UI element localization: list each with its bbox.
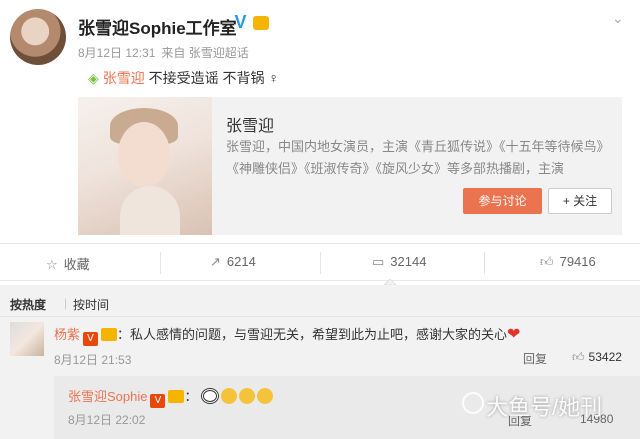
- card-title[interactable]: 张雪迎: [226, 112, 274, 136]
- verified-badge-icon: V: [150, 394, 166, 408]
- commenter-name[interactable]: 杨紫: [54, 327, 80, 342]
- comment-count: 32144: [390, 254, 427, 269]
- reply-button[interactable]: 回复: [523, 350, 547, 367]
- card-description: 张雪迎，中国内地女演员，主演《青丘狐传说》《十五年等待候鸟》《神雕侠侣》《班淑传…: [226, 139, 610, 176]
- replier-name[interactable]: 张雪迎Sophie: [68, 389, 147, 404]
- reply-time: 8月12日 22:02: [68, 413, 146, 427]
- diamond-icon: ◈: [88, 70, 99, 86]
- sort-by-time-tab[interactable]: 按时间: [73, 296, 109, 313]
- reply-text: ：: [184, 389, 198, 404]
- commenter-avatar[interactable]: [10, 322, 44, 356]
- thumb-up-icon: 👍︎: [572, 350, 585, 364]
- favorite-label: 收藏: [63, 257, 90, 272]
- author-avatar[interactable]: [10, 9, 66, 65]
- comment-action[interactable]: ▭ 32144: [372, 254, 426, 270]
- female-icon: ♀: [268, 70, 279, 86]
- watermark-logo-icon: [462, 392, 484, 414]
- reply-item: 张雪迎Sophie V ：: [68, 386, 273, 408]
- sort-by-hot-tab[interactable]: 按热度: [10, 296, 46, 313]
- panda-emoji-icon: [200, 388, 219, 404]
- repost-icon: ↗: [210, 254, 221, 269]
- favorite-action[interactable]: ☆ 收藏: [46, 254, 90, 273]
- verified-v-icon: V: [234, 12, 247, 32]
- sort-divider: [0, 316, 640, 317]
- crying-emoji-icon: [238, 388, 255, 404]
- comment-time: 8月12日 21:53: [54, 353, 132, 367]
- crown-icon: [168, 390, 185, 403]
- star-icon: ☆: [46, 257, 58, 272]
- comment-like-button[interactable]: 👍︎ 53422: [572, 350, 622, 365]
- post-text: ◈ 张雪迎 不接受造谣 不背锅 ♀: [88, 68, 279, 88]
- crown-icon: [101, 328, 118, 341]
- join-discussion-button[interactable]: 参与讨论: [463, 188, 542, 214]
- comment-icon: ▭: [372, 254, 385, 269]
- author-name[interactable]: 张雪迎Sophie工作室: [78, 14, 237, 39]
- thumb-up-icon: 👍︎: [540, 254, 554, 269]
- comment-text: ：私人感情的问题，与雪迎无关，希望到此为止吧，感谢大家的关心: [117, 327, 508, 342]
- repost-count: 6214: [226, 254, 256, 269]
- follow-button[interactable]: + 关注: [548, 188, 612, 214]
- comment-item: 杨紫 V ：私人感情的问题，与雪迎无关，希望到此为止吧，感谢大家的关心❤: [54, 324, 520, 346]
- post-meta: 8月12日 12:31 来自 张雪迎超话: [78, 44, 249, 61]
- comment-like-count: 53422: [588, 350, 622, 364]
- card-image-face: [118, 122, 170, 186]
- crying-emoji-icon: [256, 388, 273, 404]
- like-action[interactable]: 👍︎ 79416: [540, 254, 596, 270]
- sort-separator: |: [64, 296, 68, 310]
- watermark: 大鱼号/她刊: [486, 395, 603, 420]
- post-body: 不接受造谣 不背锅: [148, 70, 265, 86]
- action-bar: ☆ 收藏 ↗ 6214 ▭ 32144 👍︎ 79416: [0, 243, 640, 281]
- chevron-down-icon[interactable]: ⌄: [612, 10, 624, 27]
- topic-link[interactable]: 张雪迎: [103, 70, 145, 86]
- crying-emoji-icon: [220, 388, 237, 404]
- heart-icon: ❤: [507, 326, 521, 343]
- like-count: 79416: [559, 254, 596, 269]
- post-time[interactable]: 8月12日 12:31: [78, 46, 155, 60]
- crown-icon: [253, 16, 269, 30]
- repost-action[interactable]: ↗ 6214: [210, 254, 256, 270]
- verified-badge-icon: V: [83, 332, 99, 346]
- post-source[interactable]: 来自 张雪迎超话: [161, 46, 248, 60]
